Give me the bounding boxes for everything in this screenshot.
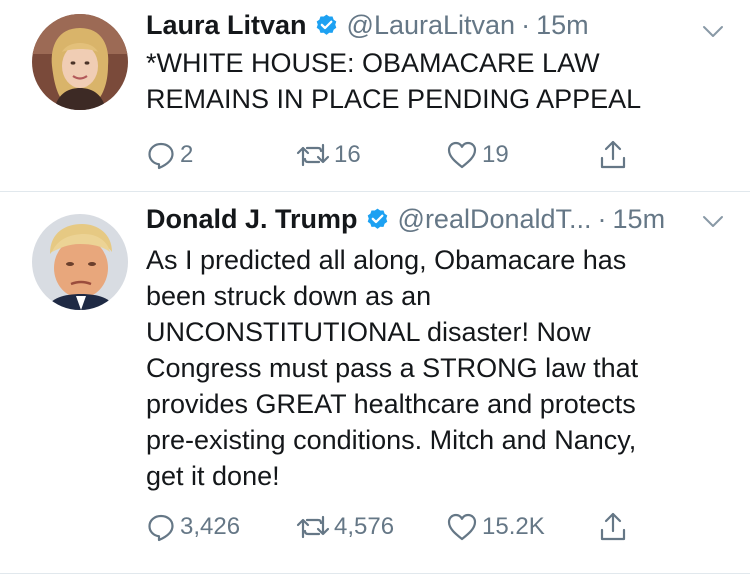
tweet[interactable]: Laura Litvan @LauraLitvan · 15m *WHITE H… <box>0 0 750 192</box>
verified-badge-icon <box>365 207 390 232</box>
tweet-actions: 3,426 4,576 15.2K <box>146 510 666 544</box>
tweet-header: Laura Litvan @LauraLitvan · 15m <box>146 8 589 42</box>
tweet-text-line: been struck down as an <box>146 281 432 311</box>
tweet-text-line: provides GREAT healthcare and protects <box>146 389 636 419</box>
reply-icon <box>148 142 174 170</box>
author-handle[interactable]: @LauraLitvan <box>347 10 516 41</box>
reply-button[interactable]: 3,426 <box>146 510 240 544</box>
share-button[interactable] <box>598 510 628 544</box>
like-button[interactable]: 19 <box>446 138 509 172</box>
retweet-icon <box>296 143 330 167</box>
author-handle[interactable]: @realDonaldT... <box>398 204 592 235</box>
reply-icon <box>148 514 174 542</box>
tweet-text-line: As I predicted all along, Obamacare has <box>146 245 627 275</box>
tweet-text-line: get it done! <box>146 461 280 491</box>
tweet-text-line: UNCONSTITUTIONAL disaster! Now <box>146 317 591 347</box>
tweet-header: Donald J. Trump @realDonaldT... · 15m <box>146 202 665 236</box>
author-name[interactable]: Donald J. Trump <box>146 204 358 235</box>
avatar[interactable] <box>32 14 128 110</box>
reply-button[interactable]: 2 <box>146 138 193 172</box>
retweet-button[interactable]: 16 <box>296 138 361 172</box>
share-button[interactable] <box>598 138 628 172</box>
retweet-count: 16 <box>334 141 361 168</box>
retweet-count: 4,576 <box>334 513 395 540</box>
tweet-text-line: REMAINS IN PLACE PENDING APPEAL <box>146 84 642 114</box>
separator: · <box>521 9 531 40</box>
tweet-text-line: *WHITE HOUSE: OBAMACARE LAW <box>146 48 600 78</box>
reply-count: 3,426 <box>180 513 241 540</box>
share-icon <box>600 140 626 169</box>
like-count: 15.2K <box>482 513 545 540</box>
timestamp[interactable]: 15m <box>613 204 666 235</box>
verified-badge-icon <box>314 13 339 38</box>
chevron-down-icon[interactable] <box>702 215 724 229</box>
tweet-text-line: pre-existing conditions. Mitch and Nancy… <box>146 425 637 455</box>
share-icon <box>600 512 626 541</box>
chevron-down-icon[interactable] <box>702 25 724 39</box>
like-button[interactable]: 15.2K <box>446 510 545 544</box>
author-name[interactable]: Laura Litvan <box>146 10 307 41</box>
tweet[interactable]: Donald J. Trump @realDonaldT... · 15m As… <box>0 192 750 574</box>
timestamp[interactable]: 15m <box>536 10 589 41</box>
retweet-button[interactable]: 4,576 <box>296 510 394 544</box>
tweet-text-line: Congress must pass a STRONG law that <box>146 353 639 383</box>
like-count: 19 <box>482 141 509 168</box>
tweet-actions: 2 16 19 <box>146 138 666 172</box>
retweet-icon <box>296 515 330 539</box>
tweet-text: *WHITE HOUSE: OBAMACARE LAW REMAINS IN P… <box>146 45 706 117</box>
heart-icon <box>447 141 477 169</box>
tweet-text: As I predicted all along, Obamacare has … <box>146 242 706 494</box>
avatar[interactable] <box>32 214 128 310</box>
reply-count: 2 <box>180 141 194 168</box>
separator: · <box>597 203 607 234</box>
heart-icon <box>447 513 477 541</box>
timeline: Laura Litvan @LauraLitvan · 15m *WHITE H… <box>0 0 750 574</box>
